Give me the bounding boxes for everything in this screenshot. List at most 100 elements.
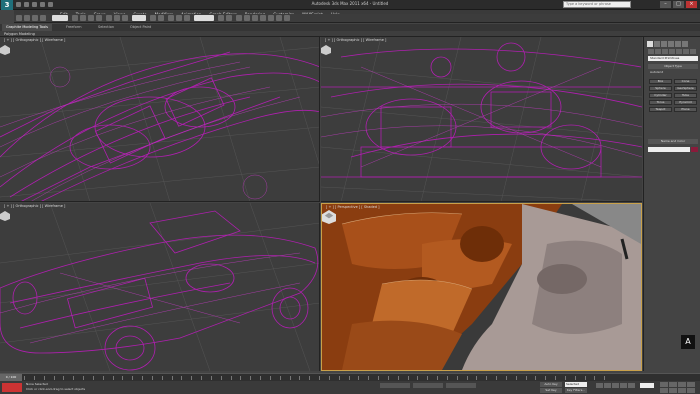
viewcube-icon[interactable] (321, 45, 331, 55)
object-color-swatch[interactable] (691, 147, 698, 152)
tab-selection[interactable]: Selection (94, 24, 118, 31)
utilities-tab-icon[interactable] (682, 41, 688, 47)
play-icon[interactable] (612, 383, 619, 388)
viewport-label[interactable]: [ + ] [ Orthographic ] [ Wireframe ] (4, 38, 65, 42)
cameras-icon[interactable] (669, 49, 675, 54)
zoom-extents-all-icon[interactable] (687, 382, 695, 387)
rectangle-select-icon[interactable] (88, 15, 94, 21)
sphere-button[interactable]: Sphere (649, 86, 672, 91)
cone-button[interactable]: Cone (674, 79, 697, 84)
search-input[interactable]: Type a keyword or phrase (563, 1, 631, 8)
viewport-bottom-left[interactable]: [ + ] [ Orthographic ] [ Wireframe ] (0, 203, 320, 371)
viewport-label[interactable]: [ + ] [ Orthographic ] [ Wireframe ] (4, 204, 65, 208)
torus-button[interactable]: Torus (649, 100, 672, 105)
rollout-object-type[interactable]: Object Type (648, 64, 698, 69)
lights-icon[interactable] (662, 49, 668, 54)
viewport-top-left[interactable]: [ + ] [ Orthographic ] [ Wireframe ] (0, 37, 320, 202)
current-frame-input[interactable] (640, 383, 654, 388)
autogrid-checkbox[interactable]: AutoGrid (650, 71, 696, 76)
space-warps-icon[interactable] (683, 49, 689, 54)
set-key-button[interactable]: Set Key (540, 388, 562, 393)
named-selection-dropdown[interactable] (194, 15, 214, 21)
reference-coord-dropdown[interactable] (132, 15, 146, 21)
plane-button[interactable]: Plane (674, 107, 697, 112)
viewcube-icon[interactable] (0, 45, 10, 55)
tab-freeform[interactable]: Freeform (62, 24, 86, 31)
hierarchy-tab-icon[interactable] (661, 41, 667, 47)
next-frame-icon[interactable] (620, 383, 627, 388)
go-to-start-icon[interactable] (596, 383, 603, 388)
tab-object-paint[interactable]: Object Paint (126, 24, 155, 31)
render-icon[interactable] (284, 15, 290, 21)
unlink-icon[interactable] (32, 15, 38, 21)
pyramid-button[interactable]: Pyramid (674, 100, 697, 105)
key-selection-dropdown[interactable]: Selected (565, 382, 587, 387)
select-manipulate-icon[interactable] (158, 15, 164, 21)
geosphere-button[interactable]: GeoSphere (674, 86, 697, 91)
viewport-label[interactable]: [ + ] [ Perspective ] [ Shaded ] (326, 205, 379, 209)
teapot-button[interactable]: Teapot (649, 107, 672, 112)
select-object-icon[interactable] (72, 15, 78, 21)
systems-icon[interactable] (690, 49, 696, 54)
helpers-icon[interactable] (676, 49, 682, 54)
mirror-icon[interactable] (218, 15, 224, 21)
motion-tab-icon[interactable] (668, 41, 674, 47)
timeline-ticks[interactable] (24, 374, 614, 381)
viewport-bottom-right-active[interactable]: [ + ] [ Perspective ] [ Shaded ] (321, 203, 642, 371)
snap-icon[interactable] (168, 15, 174, 21)
shapes-icon[interactable] (655, 49, 661, 54)
box-button[interactable]: Box (649, 79, 672, 84)
x-coordinate-field[interactable] (380, 383, 410, 388)
auto-key-button[interactable]: Auto Key (540, 382, 562, 387)
primitive-type-dropdown[interactable]: Standard Primitives (648, 56, 698, 61)
create-tab-icon[interactable] (647, 41, 653, 47)
pan-icon[interactable] (669, 388, 677, 393)
zoom-all-icon[interactable] (669, 382, 677, 387)
render-setup-icon[interactable] (268, 15, 274, 21)
minimize-button[interactable]: – (660, 1, 671, 8)
scale-icon[interactable] (122, 15, 128, 21)
object-name-input[interactable] (648, 147, 690, 152)
rollout-name-and-color[interactable]: Name and Color (648, 139, 698, 144)
curve-editor-icon[interactable] (244, 15, 250, 21)
render-frame-icon[interactable] (276, 15, 282, 21)
cylinder-button[interactable]: Cylinder (649, 93, 672, 98)
move-icon[interactable] (106, 15, 112, 21)
percent-snap-icon[interactable] (184, 15, 190, 21)
field-of-view-icon[interactable] (660, 388, 668, 393)
maximize-viewport-icon[interactable] (687, 388, 695, 393)
material-editor-icon[interactable] (260, 15, 266, 21)
tube-button[interactable]: Tube (674, 93, 697, 98)
select-by-name-icon[interactable] (80, 15, 86, 21)
tab-graphite-modeling[interactable]: Graphite Modeling Tools (2, 24, 53, 31)
selection-filter-dropdown[interactable] (52, 15, 68, 21)
bind-icon[interactable] (40, 15, 46, 21)
time-slider[interactable]: 0 / 100 (0, 374, 22, 381)
rotate-icon[interactable] (114, 15, 120, 21)
align-icon[interactable] (226, 15, 232, 21)
modify-tab-icon[interactable] (654, 41, 660, 47)
orbit-icon[interactable] (678, 388, 686, 393)
link-icon[interactable] (24, 15, 30, 21)
y-coordinate-field[interactable] (413, 383, 443, 388)
viewport-top-right[interactable]: [ + ] [ Orthographic ] [ Wireframe ] (321, 37, 642, 202)
window-crossing-icon[interactable] (96, 15, 102, 21)
zoom-extents-icon[interactable] (678, 382, 686, 387)
schematic-view-icon[interactable] (252, 15, 258, 21)
viewcube-icon[interactable] (322, 210, 336, 224)
maxscript-listener[interactable] (2, 383, 22, 392)
previous-frame-icon[interactable] (604, 383, 611, 388)
go-to-end-icon[interactable] (628, 383, 635, 388)
viewcube-icon[interactable] (0, 211, 10, 221)
z-coordinate-field[interactable] (446, 383, 476, 388)
undo-icon[interactable] (16, 15, 22, 21)
zoom-icon[interactable] (660, 382, 668, 387)
pivot-icon[interactable] (150, 15, 156, 21)
angle-snap-icon[interactable] (176, 15, 182, 21)
geometry-icon[interactable] (648, 49, 654, 54)
close-button[interactable]: × (686, 1, 697, 8)
layer-manager-icon[interactable] (236, 15, 242, 21)
display-tab-icon[interactable] (675, 41, 681, 47)
maximize-button[interactable]: □ (673, 1, 684, 8)
viewport-label[interactable]: [ + ] [ Orthographic ] [ Wireframe ] (325, 38, 386, 42)
